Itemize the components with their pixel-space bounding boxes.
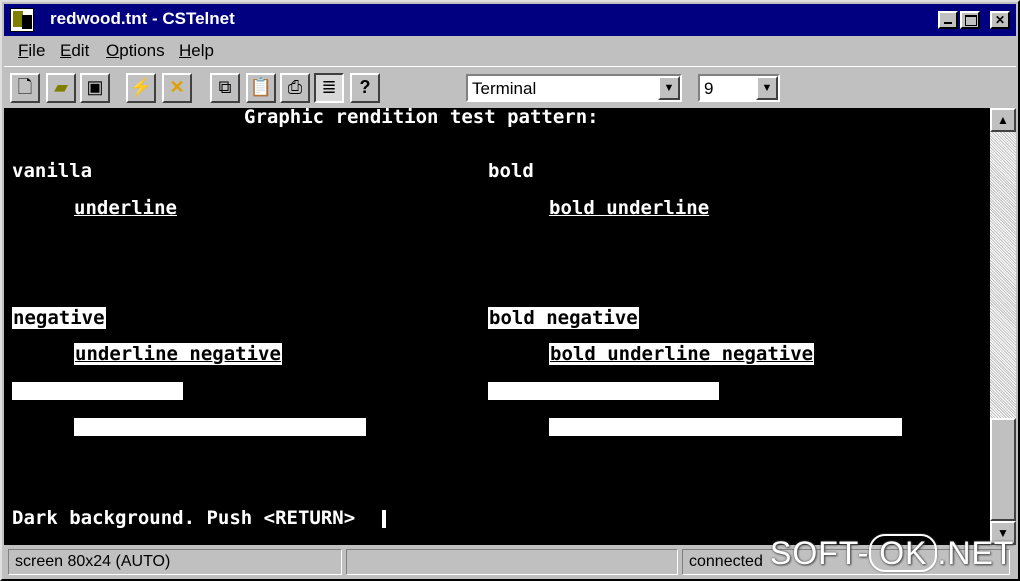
maximize-button[interactable] bbox=[960, 11, 980, 29]
terminal-screen[interactable]: Graphic rendition test pattern: vanilla … bbox=[4, 108, 990, 545]
help-button[interactable]: ? bbox=[350, 73, 380, 103]
bold-underline-negative-text: bold underline negative bbox=[549, 343, 815, 365]
size-combo-dropdown-arrow[interactable]: ▼ bbox=[756, 76, 778, 100]
new-button[interactable]: 🗋 bbox=[10, 73, 40, 103]
watermark-ok: OK bbox=[869, 534, 938, 572]
blink-block bbox=[12, 382, 183, 400]
menu-help[interactable]: Help bbox=[179, 41, 214, 61]
status-empty-pane bbox=[346, 549, 678, 575]
connect-icon: ⚡ bbox=[129, 77, 153, 97]
soft-ok-watermark: SOFT- OK .NET bbox=[770, 534, 1014, 572]
text-cursor bbox=[382, 510, 386, 528]
status-screen-size: screen 80x24 (AUTO) bbox=[8, 549, 342, 575]
font-combo-dropdown-arrow[interactable]: ▼ bbox=[658, 76, 680, 100]
connect-button[interactable]: ⚡ bbox=[126, 73, 156, 103]
vertical-scrollbar[interactable]: ▲ ▼ bbox=[990, 108, 1016, 545]
menu-options[interactable]: Options bbox=[106, 41, 165, 61]
terminal-heading: Graphic rendition test pattern: bbox=[244, 108, 599, 128]
menu-file[interactable]: File bbox=[18, 41, 45, 61]
arrow-up-icon: ▲ bbox=[997, 113, 1009, 127]
printer-icon: ⎙ bbox=[287, 77, 303, 97]
negative-text: negative bbox=[12, 307, 106, 329]
font-combo-value: Terminal bbox=[472, 79, 537, 98]
bold-negative-text: bold negative bbox=[488, 307, 639, 329]
question-icon: ? bbox=[359, 77, 371, 97]
bold-blink-block bbox=[488, 382, 719, 400]
size-combo[interactable]: 9 ▼ bbox=[698, 74, 780, 102]
watermark-right: .NET bbox=[937, 535, 1015, 571]
bold-underline-blink-block bbox=[549, 418, 902, 436]
app-window: redwood.tnt - CSTelnet ✕ File Edit Optio… bbox=[0, 0, 1020, 581]
open-button[interactable]: ▰ bbox=[46, 73, 76, 103]
scroll-thumb[interactable] bbox=[990, 418, 1016, 521]
prompt-text: Dark background. Push <RETURN> bbox=[12, 507, 356, 529]
vanilla-text: vanilla bbox=[12, 160, 93, 182]
log-button[interactable]: ≣ bbox=[314, 73, 344, 103]
underline-negative-text: underline negative bbox=[74, 343, 282, 365]
window-title: redwood.tnt - CSTelnet bbox=[50, 9, 235, 28]
chevron-down-icon: ▼ bbox=[761, 82, 773, 94]
font-combo[interactable]: Terminal ▼ bbox=[466, 74, 682, 102]
close-icon: ✕ bbox=[994, 13, 1006, 27]
bold-underline-text: bold underline bbox=[549, 197, 710, 219]
save-button[interactable]: ▣ bbox=[80, 73, 110, 103]
underline-text: underline bbox=[74, 197, 177, 219]
copy-button[interactable]: ⧉ bbox=[210, 73, 240, 103]
watermark-left: SOFT- bbox=[770, 535, 870, 571]
disconnect-x-icon: ✕ bbox=[169, 77, 185, 97]
paste-button[interactable]: 📋 bbox=[246, 73, 276, 103]
title-bar[interactable]: redwood.tnt - CSTelnet ✕ bbox=[4, 4, 1016, 36]
chevron-down-icon: ▼ bbox=[663, 82, 675, 94]
print-button[interactable]: ⎙ bbox=[280, 73, 310, 103]
disconnect-button[interactable]: ✕ bbox=[162, 73, 192, 103]
paste-clipboard-icon: 📋 bbox=[249, 77, 273, 97]
new-document-icon: 🗋 bbox=[17, 77, 33, 97]
text-lines-icon: ≣ bbox=[321, 77, 337, 97]
bold-text: bold bbox=[488, 160, 534, 182]
open-folder-icon: ▰ bbox=[54, 77, 68, 97]
size-combo-value: 9 bbox=[704, 79, 714, 98]
minimize-icon bbox=[944, 22, 952, 24]
toolbar: 🗋 ▰ ▣ ⚡ ✕ ⧉ 📋 ⎙ ≣ ? Terminal ▼ 9 ▼ bbox=[4, 66, 1016, 109]
close-button[interactable]: ✕ bbox=[990, 11, 1010, 29]
scroll-up-button[interactable]: ▲ bbox=[990, 108, 1016, 132]
save-disk-icon: ▣ bbox=[86, 77, 104, 97]
maximize-icon bbox=[965, 15, 977, 26]
app-icon-part bbox=[22, 15, 32, 29]
menu-bar: File Edit Options Help bbox=[4, 37, 1016, 65]
minimize-button[interactable] bbox=[938, 11, 958, 29]
cstelnet-app-icon[interactable] bbox=[10, 8, 34, 32]
menu-edit[interactable]: Edit bbox=[60, 41, 89, 61]
copy-icon: ⧉ bbox=[218, 77, 232, 97]
underline-blink-block bbox=[74, 418, 366, 436]
